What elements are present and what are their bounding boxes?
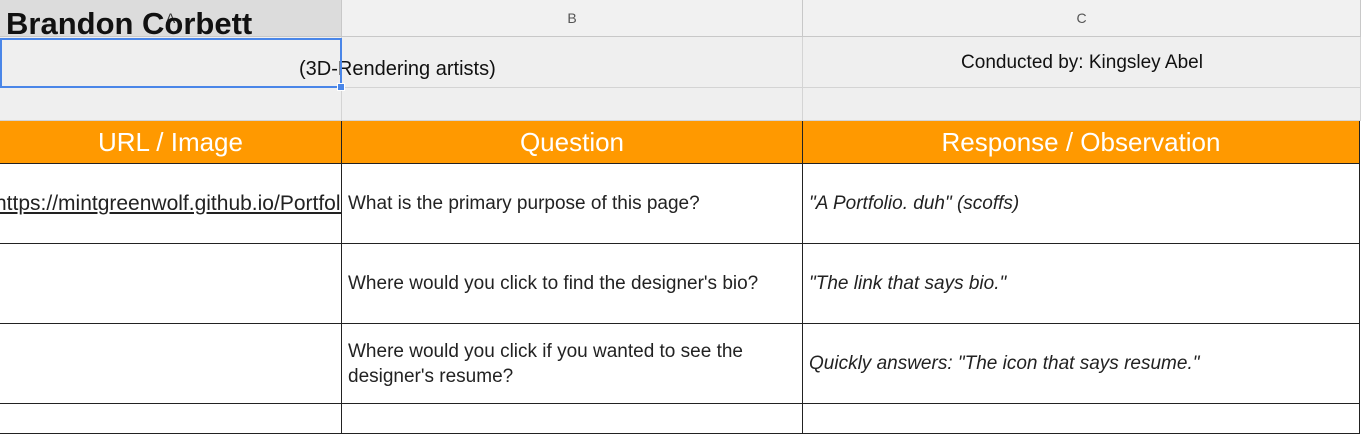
table-row-4-question[interactable] bbox=[342, 404, 803, 434]
cell-a1[interactable] bbox=[0, 37, 342, 88]
tester-name: Brandon Corbett bbox=[6, 6, 253, 41]
response-text: "The link that says bio." bbox=[809, 273, 1007, 294]
tester-group: (3D-Rendering artists) bbox=[299, 58, 496, 80]
header-url: URL / Image bbox=[0, 121, 342, 164]
table-row-3-response[interactable]: Quickly answers: "The icon that says res… bbox=[803, 324, 1360, 404]
question-text: What is the primary purpose of this page… bbox=[348, 193, 700, 214]
table-row-2-url[interactable] bbox=[0, 244, 342, 324]
conducted-by: Conducted by: Kingsley Abel bbox=[961, 52, 1203, 73]
table-row-1-question[interactable]: What is the primary purpose of this page… bbox=[342, 164, 803, 244]
cell-a2[interactable] bbox=[0, 88, 342, 121]
table-row-3-url[interactable] bbox=[0, 324, 342, 404]
response-text: Quickly answers: "The icon that says res… bbox=[809, 353, 1200, 374]
table-row-2-response[interactable]: "The link that says bio." bbox=[803, 244, 1360, 324]
table-row-1-url[interactable]: https://mintgreenwolf.github.io/Portfoli… bbox=[0, 164, 342, 244]
fill-handle[interactable] bbox=[337, 83, 345, 91]
table-row-4-response[interactable] bbox=[803, 404, 1360, 434]
table-row-2-question[interactable]: Where would you click to find the design… bbox=[342, 244, 803, 324]
table-row-3-question[interactable]: Where would you click if you wanted to s… bbox=[342, 324, 803, 404]
portfolio-link[interactable]: https://mintgreenwolf.github.io/Portfoli… bbox=[0, 191, 341, 216]
question-text: Where would you click if you wanted to s… bbox=[348, 340, 743, 387]
cell-b2[interactable] bbox=[342, 88, 803, 121]
cell-c2[interactable] bbox=[803, 88, 1361, 121]
table-row-1-response[interactable]: "A Portfolio. duh" (scoffs) bbox=[803, 164, 1360, 244]
response-text: "A Portfolio. duh" (scoffs) bbox=[809, 193, 1020, 214]
header-response: Response / Observation bbox=[803, 121, 1360, 164]
header-question: Question bbox=[342, 121, 803, 164]
column-header-c[interactable]: C bbox=[803, 0, 1361, 37]
column-header-b[interactable]: B bbox=[342, 0, 803, 37]
spreadsheet-grid: A B C Brandon Corbett (3D-Rendering arti… bbox=[0, 0, 1361, 434]
table-row-4-url[interactable] bbox=[0, 404, 342, 434]
question-text: Where would you click to find the design… bbox=[348, 273, 759, 294]
